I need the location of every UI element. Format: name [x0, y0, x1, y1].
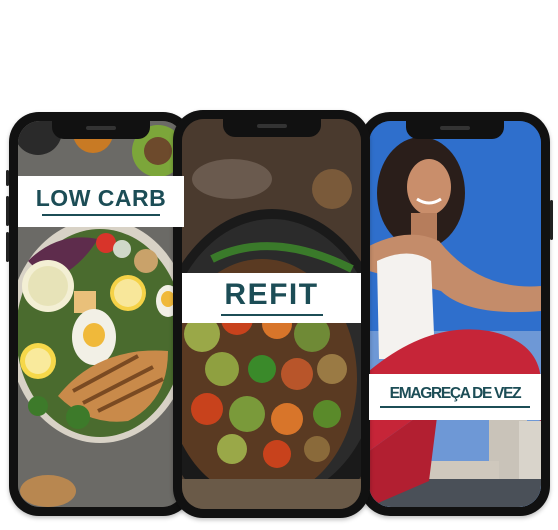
phone-volume-button	[6, 196, 9, 226]
low-carb-banner: LOW CARB	[18, 176, 184, 227]
low-carb-screen: LOW CARB	[18, 121, 184, 507]
phone-volume-button	[6, 232, 9, 262]
phone-side-button	[6, 170, 9, 186]
banner-underline	[380, 405, 530, 408]
refit-banner: REFIT	[182, 273, 361, 323]
phone-notch	[406, 119, 504, 139]
phone-refit: REFIT	[170, 110, 370, 518]
phone-notch	[52, 119, 150, 139]
banner-underline	[220, 314, 323, 316]
refit-screen: REFIT	[182, 119, 361, 509]
woman-exercise-photo	[369, 121, 541, 507]
refit-title: REFIT	[224, 278, 319, 311]
phone-emagreca-de-vez: EMAGREÇA DE VEZ	[360, 112, 553, 516]
phone-low-carb: LOW CARB	[6, 112, 193, 516]
phone-side-button	[550, 200, 553, 240]
emagreca-title: EMAGREÇA DE VEZ	[389, 385, 522, 403]
banner-underline	[42, 214, 160, 216]
low-carb-title: LOW CARB	[35, 185, 167, 211]
emagreca-banner: EMAGREÇA DE VEZ	[369, 374, 541, 420]
phone-notch	[222, 117, 321, 137]
emagreca-screen: EMAGREÇA DE VEZ	[369, 121, 541, 507]
